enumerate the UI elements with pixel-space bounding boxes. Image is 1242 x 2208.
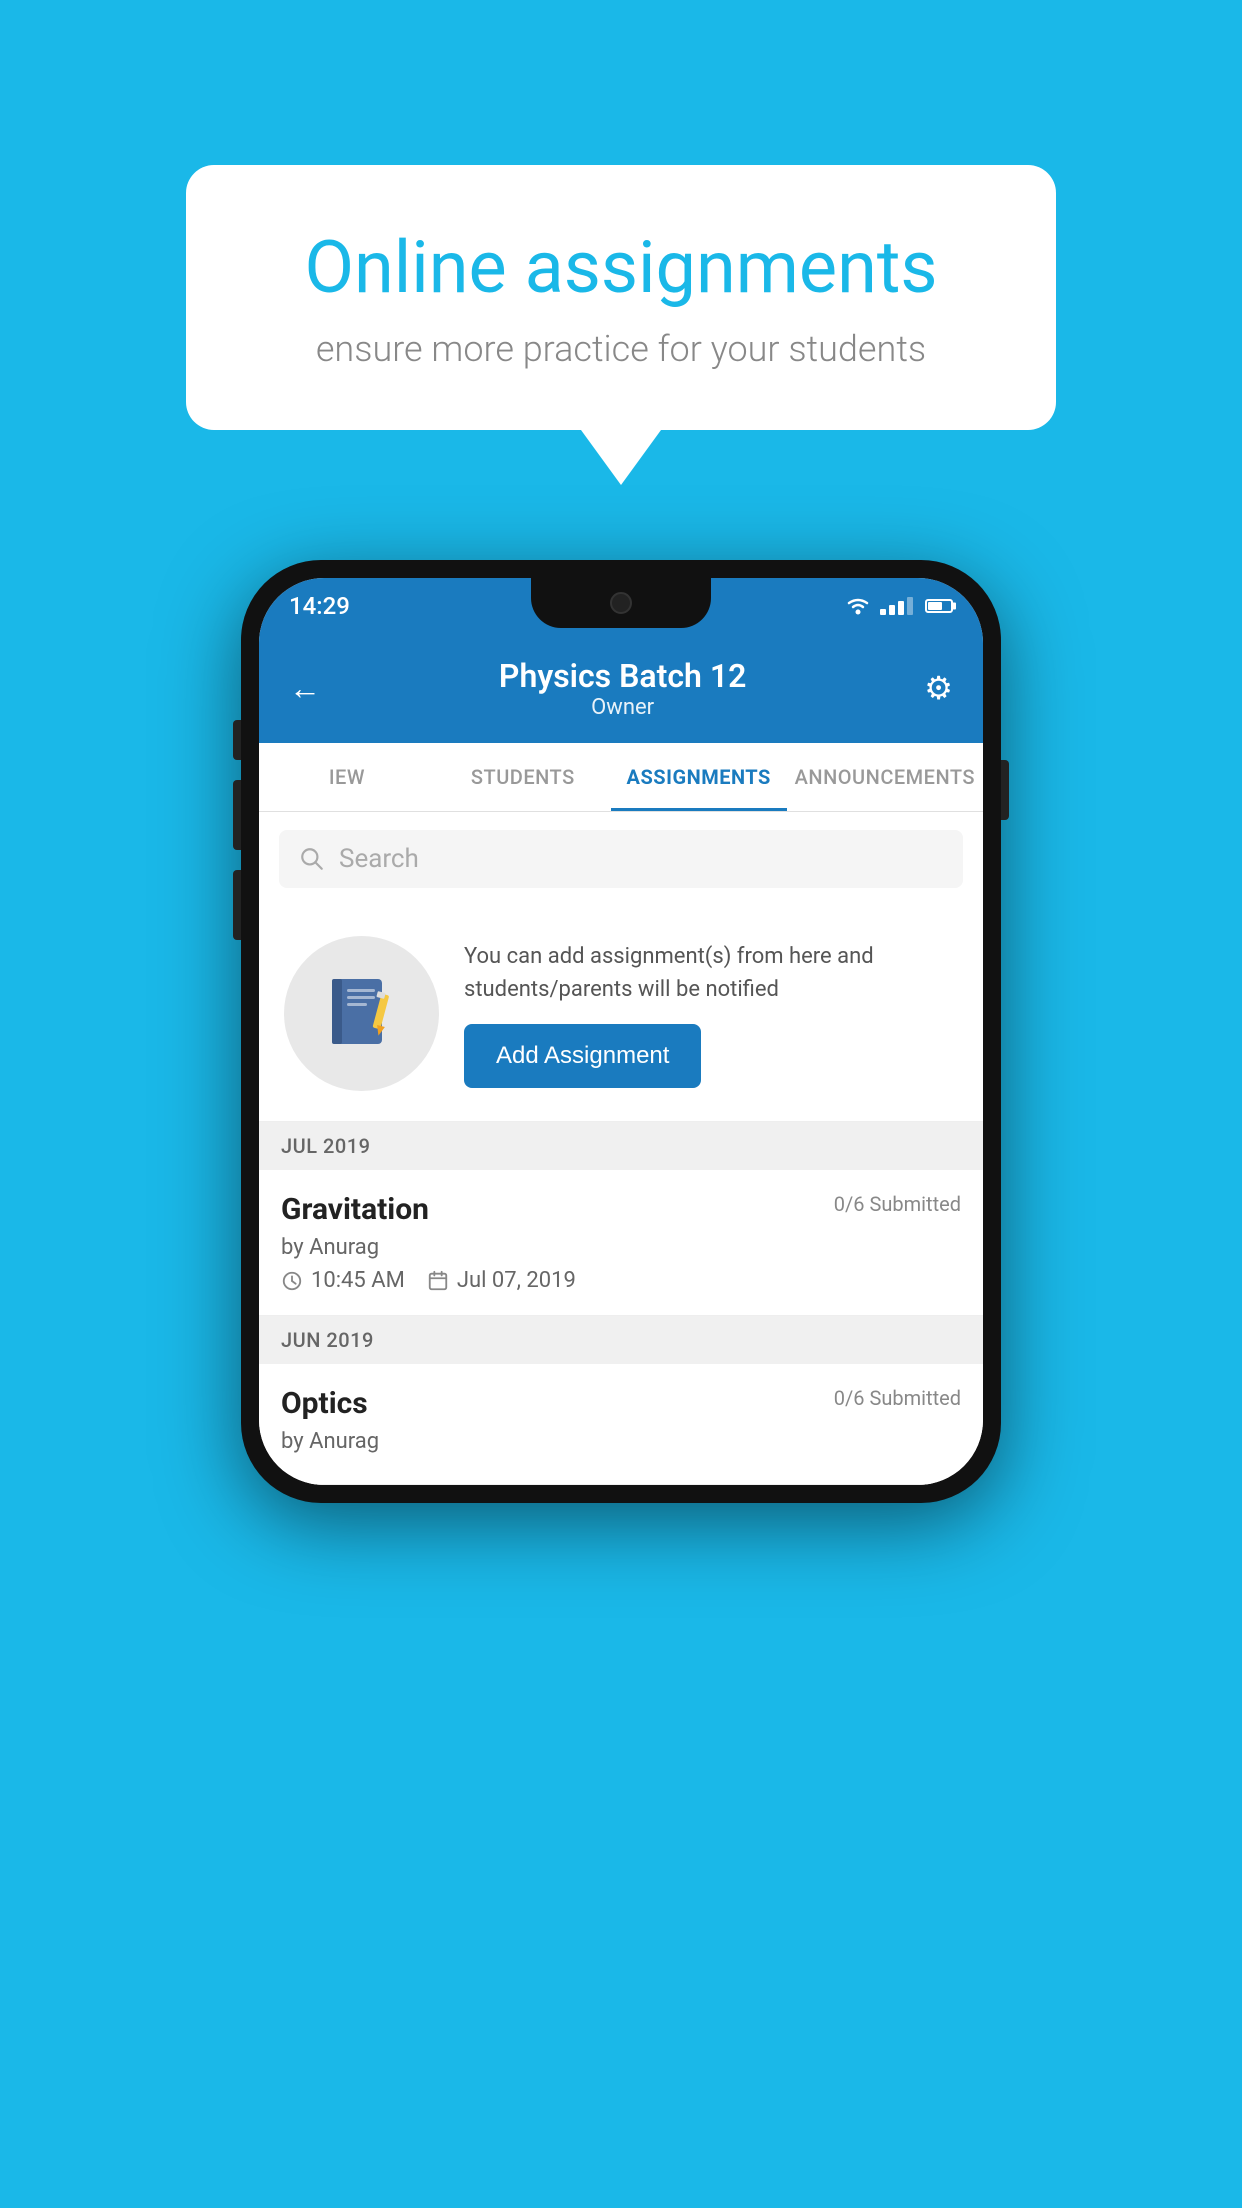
assignment-date: Jul 07, 2019 bbox=[427, 1268, 576, 1293]
phone-notch bbox=[531, 578, 711, 628]
batch-subtitle: Owner bbox=[499, 695, 746, 720]
status-icons bbox=[844, 596, 953, 616]
search-placeholder-text: Search bbox=[339, 844, 419, 874]
promo-icon-circle bbox=[284, 936, 439, 1091]
speech-bubble-title: Online assignments bbox=[266, 225, 976, 310]
month-header-jul: JUL 2019 bbox=[259, 1122, 983, 1170]
header-center: Physics Batch 12 Owner bbox=[499, 657, 746, 720]
clock-icon bbox=[281, 1270, 303, 1292]
assignment-author-optics: by Anurag bbox=[281, 1429, 961, 1454]
status-time: 14:29 bbox=[289, 592, 350, 620]
assignment-time: 10:45 AM bbox=[281, 1268, 405, 1293]
tabs-container: IEW STUDENTS ASSIGNMENTS ANNOUNCEMENTS bbox=[259, 743, 983, 812]
volume-down-button bbox=[233, 870, 241, 940]
assignment-submitted-optics: 0/6 Submitted bbox=[834, 1386, 961, 1410]
batch-title: Physics Batch 12 bbox=[499, 657, 746, 695]
assignment-item-gravitation[interactable]: Gravitation 0/6 Submitted by Anurag 10:4… bbox=[259, 1170, 983, 1316]
signal-icon bbox=[880, 597, 913, 615]
tab-students[interactable]: STUDENTS bbox=[435, 743, 611, 811]
volume-up-button bbox=[233, 780, 241, 850]
assignment-top-row-optics: Optics 0/6 Submitted bbox=[281, 1386, 961, 1421]
wifi-icon bbox=[844, 596, 872, 616]
month-header-jun: JUN 2019 bbox=[259, 1316, 983, 1364]
assignment-top-row: Gravitation 0/6 Submitted bbox=[281, 1192, 961, 1227]
back-button[interactable]: ← bbox=[289, 669, 321, 707]
promo-content: You can add assignment(s) from here and … bbox=[464, 940, 958, 1088]
tab-announcements[interactable]: ANNOUNCEMENTS bbox=[787, 743, 983, 811]
assignment-author: by Anurag bbox=[281, 1235, 961, 1260]
volume-silent-button bbox=[233, 720, 241, 760]
assignment-item-optics[interactable]: Optics 0/6 Submitted by Anurag bbox=[259, 1364, 983, 1485]
assignment-name-optics: Optics bbox=[281, 1386, 368, 1421]
speech-bubble-tail bbox=[581, 430, 661, 485]
front-camera bbox=[610, 592, 632, 614]
search-input-wrapper[interactable]: Search bbox=[279, 830, 963, 888]
speech-bubble-subtitle: ensure more practice for your students bbox=[266, 328, 976, 370]
search-icon bbox=[299, 846, 325, 872]
assignment-name: Gravitation bbox=[281, 1192, 429, 1227]
settings-icon[interactable]: ⚙ bbox=[924, 669, 953, 707]
power-button bbox=[1001, 760, 1009, 820]
calendar-icon bbox=[427, 1270, 449, 1292]
tab-assignments[interactable]: ASSIGNMENTS bbox=[611, 743, 787, 811]
search-container: Search bbox=[259, 812, 983, 906]
notebook-icon bbox=[322, 974, 402, 1054]
assignment-meta: 10:45 AM Jul 07, 2019 bbox=[281, 1268, 961, 1293]
add-assignment-button[interactable]: Add Assignment bbox=[464, 1024, 701, 1088]
phone-screen: 14:29 bbox=[259, 578, 983, 1485]
tab-overview[interactable]: IEW bbox=[259, 743, 435, 811]
assignment-submitted: 0/6 Submitted bbox=[834, 1192, 961, 1216]
speech-bubble: Online assignments ensure more practice … bbox=[186, 165, 1056, 430]
battery-icon bbox=[925, 599, 953, 613]
speech-bubble-container: Online assignments ensure more practice … bbox=[186, 165, 1056, 485]
app-header: ← Physics Batch 12 Owner ⚙ bbox=[259, 633, 983, 743]
phone-frame: 14:29 bbox=[241, 560, 1001, 1503]
promo-text: You can add assignment(s) from here and … bbox=[464, 940, 958, 1006]
phone-wrapper: 14:29 bbox=[241, 560, 1001, 1503]
promo-section: You can add assignment(s) from here and … bbox=[259, 906, 983, 1122]
